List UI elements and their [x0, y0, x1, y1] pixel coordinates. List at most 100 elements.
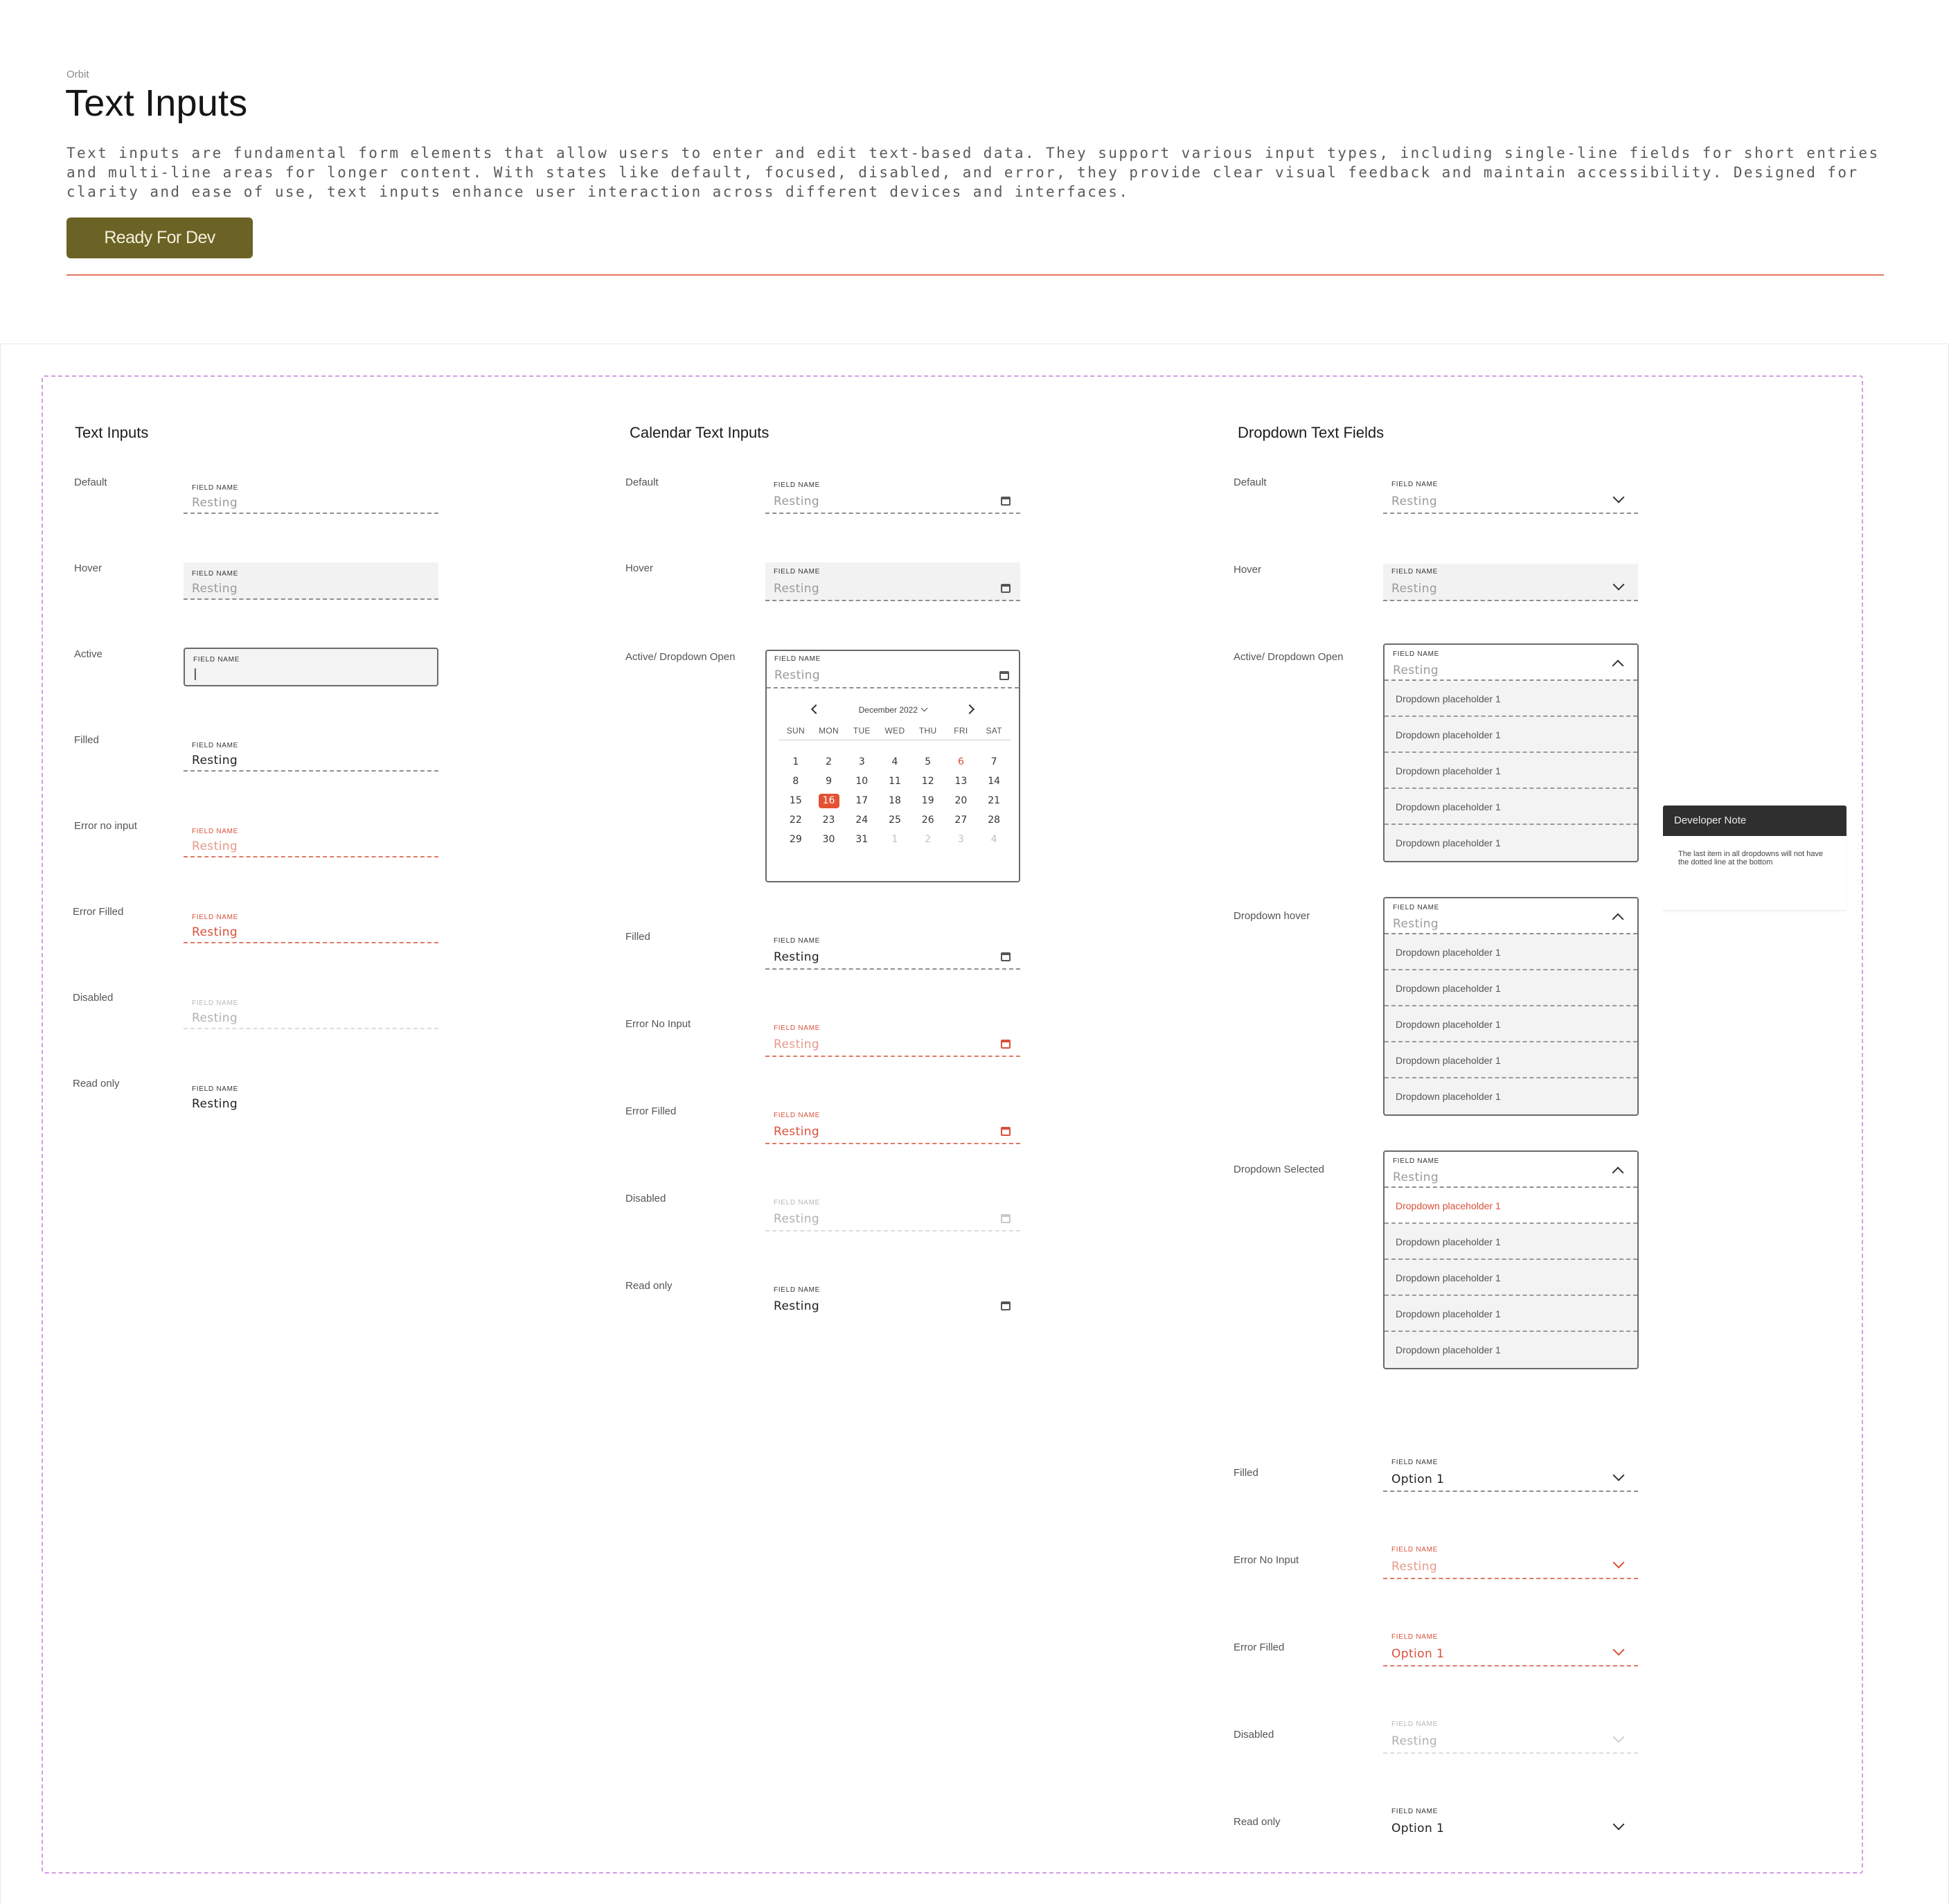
dropdown-default[interactable]: FIELD NAME Resting — [1383, 479, 1638, 514]
calendar-icon[interactable] — [999, 671, 1009, 680]
calendar-input-default[interactable]: FIELD NAME Resting — [765, 479, 1020, 514]
calendar-icon[interactable] — [1001, 1127, 1011, 1136]
calendar-date[interactable]: 21 — [977, 794, 1011, 808]
field-value: Option 1 — [1391, 1647, 1445, 1661]
calendar-date[interactable]: 16 — [812, 794, 846, 808]
dropdown-option[interactable]: Dropdown placeholder 1 — [1385, 1224, 1637, 1260]
calendar-date[interactable]: 5 — [911, 755, 945, 769]
calendar-weekday: MON — [819, 726, 839, 736]
dropdown-option[interactable]: Dropdown placeholder 1 — [1385, 753, 1637, 789]
calendar-date[interactable]: 7 — [977, 755, 1011, 769]
calendar-date[interactable]: 1 — [878, 833, 911, 847]
state-label: Read only — [625, 1280, 673, 1292]
field-underline — [184, 770, 438, 772]
calendar-date[interactable]: 2 — [911, 833, 945, 847]
calendar-date[interactable]: 18 — [878, 794, 911, 808]
dropdown-open[interactable]: FIELD NAME Resting Dropdown placeholder … — [1383, 643, 1639, 862]
calendar-date[interactable]: 22 — [779, 813, 812, 828]
field-label: FIELD NAME — [1393, 650, 1440, 658]
calendar-date[interactable]: 25 — [878, 813, 911, 828]
calendar-icon[interactable] — [1001, 497, 1011, 506]
calendar-icon[interactable] — [1001, 1040, 1011, 1049]
calendar-date[interactable]: 31 — [845, 833, 878, 847]
chevron-up-icon[interactable] — [1612, 1166, 1624, 1179]
text-input-error-filled[interactable]: FIELD NAME Resting — [184, 910, 438, 943]
dropdown-option[interactable]: Dropdown placeholder 1 — [1385, 934, 1637, 970]
calendar-date[interactable]: 27 — [945, 813, 978, 828]
chevron-down-icon[interactable] — [1612, 1469, 1625, 1482]
status-badge[interactable]: Ready For Dev — [66, 217, 253, 258]
calendar-date[interactable]: 8 — [779, 774, 812, 789]
calendar-input-error-filled[interactable]: FIELD NAME Resting — [765, 1110, 1020, 1144]
calendar-date[interactable]: 14 — [977, 774, 1011, 789]
dropdown-option[interactable]: Dropdown placeholder 1 — [1385, 1078, 1637, 1114]
field-value: Resting — [774, 1125, 820, 1139]
dropdown-header[interactable]: FIELD NAME Resting — [1385, 1152, 1637, 1188]
calendar-date[interactable]: 20 — [945, 794, 978, 808]
dropdown-hover[interactable]: FIELD NAME Resting — [1383, 564, 1638, 601]
calendar-date[interactable]: 6 — [945, 755, 978, 769]
calendar-date[interactable]: 3 — [945, 833, 978, 847]
text-input-error-no-input[interactable]: FIELD NAME Resting — [184, 824, 438, 857]
calendar-date[interactable]: 4 — [878, 755, 911, 769]
calendar-input-hover[interactable]: FIELD NAME Resting — [765, 562, 1020, 601]
calendar-month-select[interactable]: December 2022 — [767, 704, 1019, 715]
calendar-icon[interactable] — [1001, 952, 1011, 961]
calendar-date[interactable]: 28 — [977, 813, 1011, 828]
calendar-date[interactable]: 15 — [779, 794, 812, 808]
dropdown-option[interactable]: Dropdown placeholder 1 — [1385, 1296, 1637, 1332]
chevron-up-icon[interactable] — [1612, 913, 1624, 925]
field-value: Resting — [774, 1212, 820, 1226]
chevron-down-icon[interactable] — [1612, 1644, 1625, 1656]
calendar-date[interactable]: 23 — [812, 813, 846, 828]
dropdown-option[interactable]: Dropdown placeholder 1 — [1385, 681, 1637, 717]
dropdown-option[interactable]: Dropdown placeholder 1 — [1385, 825, 1637, 861]
chevron-down-icon[interactable] — [1612, 491, 1625, 504]
calendar-date[interactable]: 29 — [779, 833, 812, 847]
calendar-date[interactable]: 30 — [812, 833, 846, 847]
dropdown-selected-open[interactable]: FIELD NAME Resting Dropdown placeholder … — [1383, 1150, 1639, 1369]
chevron-down-icon[interactable] — [1612, 1556, 1625, 1569]
dropdown-header[interactable]: FIELD NAME Resting — [1385, 898, 1637, 934]
state-label: Filled — [625, 931, 650, 943]
dropdown-error-no-input[interactable]: FIELD NAME Resting — [1383, 1545, 1638, 1579]
dropdown-option[interactable]: Dropdown placeholder 1 — [1385, 789, 1637, 825]
calendar-date[interactable]: 10 — [845, 774, 878, 789]
calendar-icon[interactable] — [1001, 584, 1011, 593]
calendar-date[interactable]: 3 — [845, 755, 878, 769]
field-label: FIELD NAME — [1391, 1808, 1439, 1815]
calendar-date[interactable]: 17 — [845, 794, 878, 808]
calendar-weekday: TUE — [853, 726, 871, 736]
text-input-hover[interactable]: FIELD NAME Resting — [184, 562, 438, 600]
dropdown-option[interactable]: Dropdown placeholder 1 — [1385, 1260, 1637, 1296]
calendar-date[interactable]: 24 — [845, 813, 878, 828]
dropdown-filled[interactable]: FIELD NAME Option 1 — [1383, 1457, 1638, 1492]
dropdown-option[interactable]: Dropdown placeholder 1 — [1385, 1332, 1637, 1368]
calendar-input-error-no-input[interactable]: FIELD NAME Resting — [765, 1022, 1020, 1057]
chevron-down-icon[interactable] — [1612, 578, 1625, 591]
calendar-date[interactable]: 13 — [945, 774, 978, 789]
dropdown-option-selected[interactable]: Dropdown placeholder 1 — [1385, 1188, 1637, 1224]
calendar-date[interactable]: 12 — [911, 774, 945, 789]
calendar-date[interactable]: 4 — [977, 833, 1011, 847]
text-input-active[interactable]: FIELD NAME | — [184, 648, 438, 686]
text-input-default[interactable]: FIELD NAME Resting — [184, 481, 438, 514]
chevron-up-icon[interactable] — [1612, 659, 1624, 672]
dropdown-error-filled[interactable]: FIELD NAME Option 1 — [1383, 1632, 1638, 1666]
calendar-date[interactable]: 19 — [911, 794, 945, 808]
calendar-date[interactable]: 11 — [878, 774, 911, 789]
calendar-date[interactable]: 26 — [911, 813, 945, 828]
calendar-date[interactable]: 1 — [779, 755, 812, 769]
calendar-input-filled[interactable]: FIELD NAME Resting — [765, 935, 1020, 970]
dropdown-option[interactable]: Dropdown placeholder 1 — [1385, 717, 1637, 753]
dropdown-option[interactable]: Dropdown placeholder 1 — [1385, 1006, 1637, 1042]
text-input-filled[interactable]: FIELD NAME Resting — [184, 738, 438, 772]
dropdown-hover-open[interactable]: FIELD NAME Resting Dropdown placeholder … — [1383, 897, 1639, 1116]
dropdown-option[interactable]: Dropdown placeholder 1 — [1385, 970, 1637, 1006]
dropdown-option[interactable]: Dropdown placeholder 1 — [1385, 1042, 1637, 1078]
calendar-icon — [1001, 1214, 1011, 1223]
calendar-picker[interactable]: FIELD NAME Resting December 2022 SUN MON T… — [765, 650, 1020, 882]
calendar-date[interactable]: 9 — [812, 774, 846, 789]
calendar-date[interactable]: 2 — [812, 755, 846, 769]
dropdown-header[interactable]: FIELD NAME Resting — [1385, 645, 1637, 681]
